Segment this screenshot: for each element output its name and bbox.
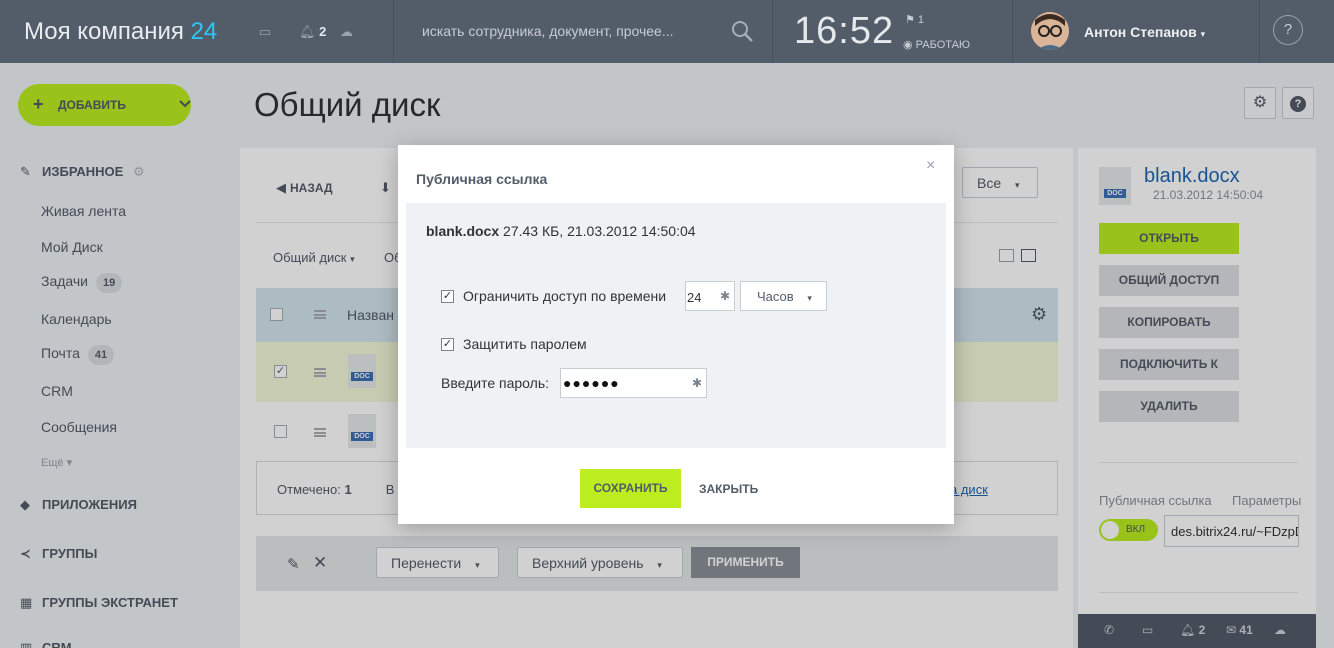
chevron-down-icon: ▾ (1200, 29, 1206, 39)
limit-time-checkbox[interactable]: ✓ (441, 290, 454, 303)
chevron-down-icon: ▾ (807, 293, 812, 303)
protect-password-label[interactable]: Защитить паролем (463, 336, 587, 352)
dialog-body: blank.docx 27.43 КБ, 21.03.2012 14:50:04… (406, 203, 946, 448)
protect-password-checkbox[interactable]: ✓ (441, 338, 454, 351)
close-icon[interactable]: × (926, 157, 935, 175)
notif-count: 2 (319, 24, 327, 39)
time-unit-label: Часов (757, 289, 794, 304)
header-divider (1259, 0, 1260, 63)
bell-icon[interactable]: 🔔︎ 2 (299, 24, 326, 40)
time-value: 24 (687, 290, 702, 305)
user-menu[interactable]: Антон Степанов ▾ (1084, 24, 1205, 40)
key-icon[interactable]: ✱ (720, 289, 730, 303)
work-status[interactable]: ◉ РАБОТАЮ (903, 38, 970, 51)
top-header: Моя компания 24 ▭ 🔔︎ 2 ☁ искать сотрудни… (0, 0, 1334, 63)
save-button[interactable]: СОХРАНИТЬ (580, 469, 681, 508)
flag-count: 1 (917, 14, 925, 26)
dialog-file-meta: 27.43 КБ, 21.03.2012 14:50:04 (503, 223, 696, 239)
work-status-label: РАБОТАЮ (915, 39, 971, 51)
search-input[interactable]: искать сотрудника, документ, прочее... (422, 23, 674, 39)
header-divider (772, 0, 773, 63)
avatar[interactable] (1031, 12, 1069, 50)
time-unit-select[interactable]: Часов ▾ (740, 281, 827, 311)
dialog-file-name: blank.docx (426, 223, 500, 239)
key-icon[interactable]: ✱ (692, 376, 702, 390)
password-label: Введите пароль: (441, 375, 550, 391)
close-button[interactable]: ЗАКРЫТЬ (699, 482, 758, 496)
brand-logo[interactable]: Моя компания 24 (24, 18, 217, 46)
password-input[interactable]: ●●●●●● (560, 368, 707, 398)
clock[interactable]: 16:52 (794, 10, 894, 53)
help-button[interactable]: ? (1273, 15, 1303, 45)
flag-icon: ⚑ 1 (905, 14, 925, 26)
file-info: blank.docx 27.43 КБ, 21.03.2012 14:50:04 (426, 223, 696, 239)
brand-number: 24 (190, 18, 218, 45)
avatar-image (1031, 12, 1069, 50)
public-link-dialog: Публичная ссылка × blank.docx 27.43 КБ, … (398, 145, 954, 524)
header-divider (1012, 0, 1013, 63)
cloud-icon[interactable]: ☁ (340, 24, 353, 40)
dialog-title: Публичная ссылка (416, 171, 548, 187)
user-name: Антон Степанов (1084, 24, 1197, 40)
header-divider (393, 0, 394, 63)
limit-time-label[interactable]: Ограничить доступ по времени (463, 288, 666, 304)
password-value: ●●●●●● (563, 375, 620, 391)
search-icon[interactable] (730, 19, 754, 43)
chat-icon[interactable]: ▭ (259, 24, 271, 40)
brand-name: Моя компания (24, 18, 184, 45)
